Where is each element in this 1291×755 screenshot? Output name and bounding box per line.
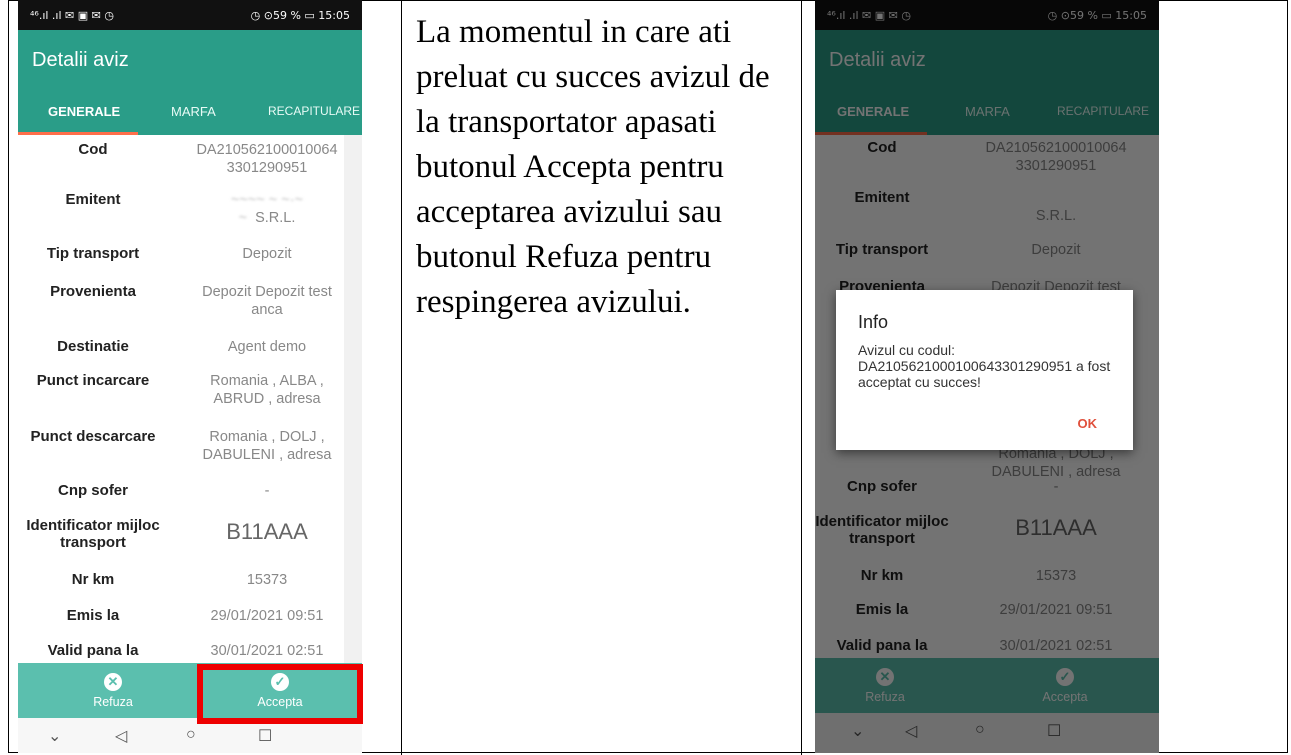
- accept-highlight-box: [197, 664, 363, 724]
- dialog-title: Info: [858, 312, 889, 332]
- check-icon: ✓: [1056, 667, 1074, 686]
- detail-label: Emis la: [66, 607, 120, 624]
- recents-icon[interactable]: ☐: [258, 726, 272, 746]
- page-title: Detalii aviz: [829, 48, 926, 71]
- status-bar-left: ⁴⁶.ıl .ıl ✉ ▣ ✉ ◷: [827, 8, 911, 22]
- detail-value: 15373: [1035, 568, 1077, 584]
- status-bar-right: ◷ ⊙59 % ▭ 15:05: [1047, 8, 1147, 22]
- detail-value: Depozit Depozit test anca: [202, 284, 332, 318]
- home-icon[interactable]: ○: [975, 721, 985, 739]
- detail-value-redacted: ~~~~ ~ ~·~ ~ S.R.L.: [230, 192, 304, 226]
- detail-label: Punct incarcare: [36, 372, 150, 389]
- detail-value: 15373: [246, 572, 288, 588]
- app-bar: Detalii aviz: [18, 30, 362, 90]
- close-icon: ✕: [876, 667, 894, 686]
- dialog-ok-button[interactable]: OK: [1078, 416, 1098, 431]
- table-divider: [401, 0, 402, 755]
- detail-label: Cnp sofer: [57, 482, 128, 499]
- refuse-button[interactable]: ✕ Refuza: [815, 658, 955, 713]
- detail-label: Tip transport: [46, 245, 140, 262]
- detail-label: Emitent: [854, 189, 910, 206]
- detail-value: S.R.L.: [255, 210, 296, 226]
- detail-label: Valid pana la: [836, 637, 928, 654]
- detail-label: Identificator mijloc transport: [815, 513, 949, 547]
- detail-value: Romania , DOLJ , DABULENI , adresa: [202, 429, 332, 463]
- detail-label: Cnp sofer: [846, 478, 917, 495]
- tab-recapitulare[interactable]: RECAPITULARE: [1057, 104, 1149, 118]
- home-icon[interactable]: ○: [186, 726, 196, 744]
- detail-value: 29/01/2021 09:51: [210, 608, 324, 624]
- detail-value: 29/01/2021 09:51: [999, 602, 1113, 618]
- tab-bar: GENERALE MARFA RECAPITULARE: [18, 90, 362, 135]
- tab-bar: GENERALE MARFA RECAPITULARE: [815, 90, 1159, 135]
- table-divider: [801, 0, 802, 755]
- back-icon[interactable]: ◁: [115, 726, 127, 746]
- detail-value: DA210562100010064 3301290951: [196, 142, 338, 176]
- tab-recapitulare[interactable]: RECAPITULARE: [268, 104, 360, 118]
- tab-generale[interactable]: GENERALE: [48, 104, 120, 119]
- detail-value: Romania , ALBA , ABRUD , adresa: [210, 373, 324, 407]
- refuse-label: Refuza: [93, 694, 133, 709]
- tab-generale[interactable]: GENERALE: [837, 104, 909, 119]
- detail-label: Cod: [867, 139, 897, 156]
- detail-label: Emis la: [855, 601, 909, 618]
- page-title: Detalii aviz: [32, 48, 129, 71]
- chevron-down-icon[interactable]: ⌄: [851, 721, 864, 741]
- detail-label: Provenienta: [50, 283, 136, 300]
- detail-label: Nr km: [71, 571, 115, 588]
- refuse-label: Refuza: [865, 689, 905, 704]
- back-icon[interactable]: ◁: [905, 721, 917, 741]
- system-nav-bar: ⌄ ◁ ○ ☐: [815, 713, 1159, 753]
- tab-marfa[interactable]: MARFA: [171, 104, 216, 119]
- recents-icon[interactable]: ☐: [1047, 721, 1061, 741]
- status-bar-right: ◷ ⊙59 % ▭ 15:05: [250, 8, 350, 22]
- status-bar: ⁴⁶.ıl .ıl ✉ ▣ ✉ ◷ ◷ ⊙59 % ▭ 15:05: [18, 0, 362, 30]
- app-bar: Detalii aviz: [815, 30, 1159, 90]
- detail-value: B11AAA: [226, 519, 308, 544]
- detail-label: Destinatie: [57, 338, 129, 355]
- detail-value: B11AAA: [1015, 515, 1097, 540]
- detail-label: Punct descarcare: [30, 428, 156, 445]
- info-dialog: Info Avizul cu codul: DA2105621000100643…: [836, 290, 1133, 450]
- details-list: Cod DA210562100010064 3301290951 Emitent…: [18, 135, 344, 663]
- bottom-action-bar: ✕ Refuza ✓ Accepta: [815, 658, 1159, 713]
- chevron-down-icon[interactable]: ⌄: [48, 726, 61, 746]
- detail-value: DA210562100010064 3301290951: [985, 140, 1127, 174]
- detail-value: 30/01/2021 02:51: [210, 643, 324, 659]
- detail-value: -: [264, 483, 270, 499]
- detail-label: Emitent: [65, 191, 121, 208]
- status-bar: ⁴⁶.ıl .ıl ✉ ▣ ✉ ◷ ◷ ⊙59 % ▭ 15:05: [815, 0, 1159, 30]
- detail-label: Valid pana la: [47, 642, 139, 659]
- instruction-text: La momentul in care ati preluat cu succe…: [416, 14, 770, 320]
- status-bar-left: ⁴⁶.ıl .ıl ✉ ▣ ✉ ◷: [30, 8, 114, 22]
- close-icon: ✕: [104, 672, 122, 691]
- detail-label: Cod: [78, 141, 108, 158]
- detail-value: Depozit: [242, 246, 292, 262]
- detail-label: Nr km: [860, 567, 904, 584]
- detail-value: S.R.L.: [1035, 208, 1077, 224]
- accept-label: Accepta: [1042, 689, 1088, 704]
- detail-value: Depozit: [1031, 242, 1081, 258]
- refuse-button[interactable]: ✕ Refuza: [18, 663, 208, 718]
- detail-value: Romania , DOLJ , DABULENI , adresa: [991, 446, 1121, 480]
- detail-value: 30/01/2021 02:51: [999, 638, 1113, 654]
- tab-marfa[interactable]: MARFA: [965, 104, 1010, 119]
- detail-label: Tip transport: [835, 241, 929, 258]
- detail-value: Agent demo: [227, 339, 307, 355]
- detail-value: -: [1053, 479, 1059, 495]
- detail-label: Identificator mijloc transport: [26, 517, 160, 551]
- dialog-message: Avizul cu codul: DA210562100010064330129…: [858, 342, 1111, 390]
- accept-button[interactable]: ✓ Accepta: [975, 658, 1155, 713]
